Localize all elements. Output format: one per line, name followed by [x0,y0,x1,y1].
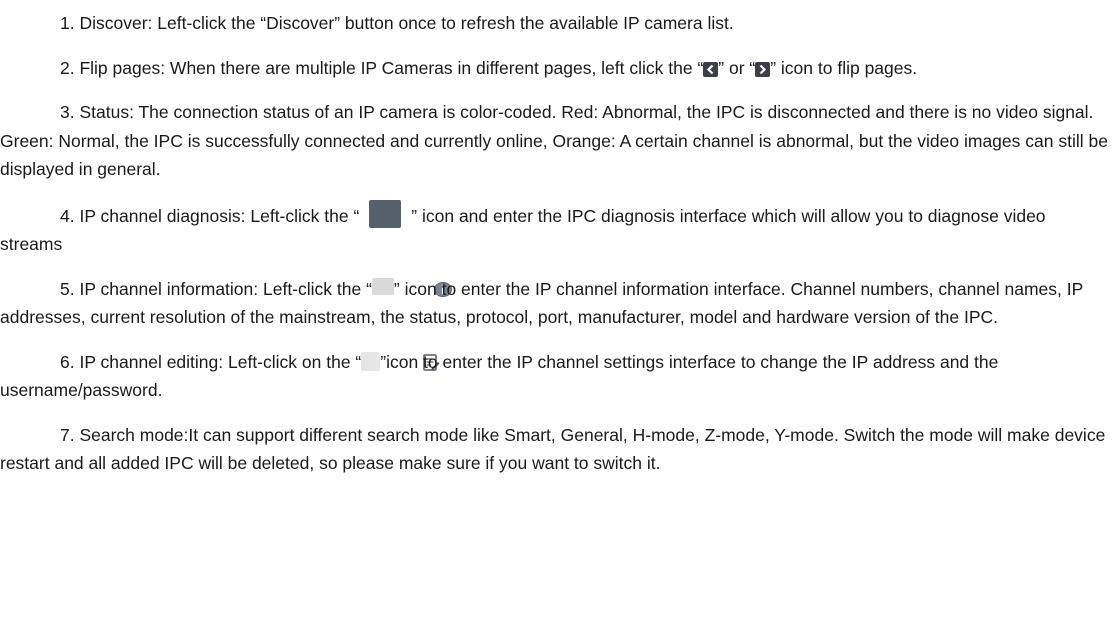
paragraph-search-mode-text: 7. Search mode:It can support different … [0,424,1106,474]
edit-icon [361,351,440,371]
paragraph-flip-pages-text-a: 2. Flip pages: When there are multiple I… [60,57,704,78]
paragraph-status: 3. Status: The connection status of an I… [0,98,1109,184]
chevron-right-icon [755,61,771,77]
paragraph-discover-text: 1. Discover: Left-click the “Discover” b… [60,13,734,33]
paragraph-flip-pages-text-c: ” icon to flip pages. [770,57,918,78]
paragraph-editing-text-a: 6. IP channel editing: Left-click on the… [60,351,362,372]
stethoscope-icon [369,199,458,228]
info-icon [371,277,452,297]
paragraph-status-text: 3. Status: The connection status of an I… [0,102,1108,179]
paragraph-information-text-a: 5. IP channel information: Left-click th… [60,278,372,299]
paragraph-flip-pages: 2. Flip pages: When there are multiple I… [0,54,1109,83]
paragraph-diagnosis-text-a: 4. IP channel diagnosis: Left-click the … [60,205,360,226]
paragraph-information: 5. IP channel information: Left-click th… [0,275,1109,332]
paragraph-flip-pages-text-b: ” or “ [718,57,756,78]
document-body: 1. Discover: Left-click the “Discover” b… [0,0,1115,637]
paragraph-diagnosis: 4. IP channel diagnosis: Left-click the … [0,199,1109,259]
chevron-left-icon [703,61,719,77]
paragraph-search-mode: 7. Search mode:It can support different … [0,421,1109,478]
paragraph-discover: 1. Discover: Left-click the “Discover” b… [0,9,1109,38]
paragraph-editing: 6. IP channel editing: Left-click on the… [0,348,1109,405]
